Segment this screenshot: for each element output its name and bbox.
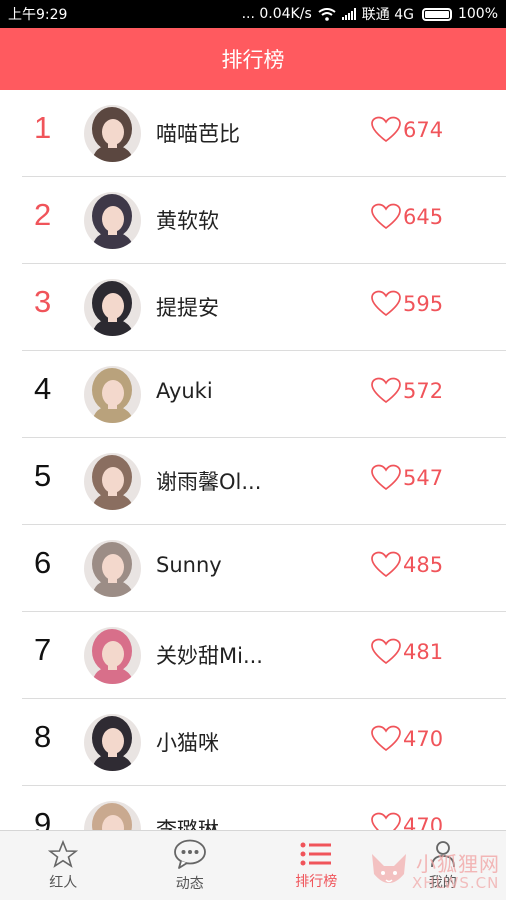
ranking-row[interactable]: 3 提提安 595 [22,264,506,351]
heart-icon [371,725,401,752]
app-header: 排行榜 [0,28,506,90]
rank-number: 8 [34,719,52,754]
ranking-row[interactable]: 2 黄软软 645 [22,177,506,264]
heart-icon [371,116,401,143]
avatar[interactable] [84,192,141,249]
tab-mine[interactable]: 我的 [380,831,506,900]
carrier-label: 联通 4G [361,7,414,23]
user-name[interactable]: 谢雨馨Ol... [156,466,261,496]
tab-label: 动态 [175,876,204,892]
wifi-icon [318,7,336,21]
like-count-value: 470 [403,726,444,751]
like-count[interactable]: 572 [371,377,443,404]
chat-bubble-icon [173,839,206,869]
like-count-value: 470 [403,813,444,831]
like-count-value: 485 [403,552,444,577]
tab-label: 排行榜 [295,874,338,890]
user-name[interactable]: Sunny [156,553,222,577]
tab-label: 红人 [49,875,78,891]
tab-ranking[interactable]: 排行榜 [253,831,380,900]
heart-icon [371,464,401,491]
rank-number: 6 [34,545,52,580]
ranking-row[interactable]: 5 谢雨馨Ol... 547 [22,438,506,525]
ranking-row[interactable]: 1 喵喵芭比 674 [22,90,506,177]
like-count-value: 674 [403,117,444,142]
like-count[interactable]: 470 [371,812,443,830]
like-count[interactable]: 645 [371,203,443,230]
like-count-value: 481 [403,639,444,664]
rank-number: 3 [34,284,52,319]
heart-icon [371,377,401,404]
bottom-tab-bar: 红人 动态 排行榜 我的 [0,830,506,900]
like-count[interactable]: 674 [371,116,443,143]
rank-number: 1 [34,110,52,145]
user-name[interactable]: 小猫咪 [156,727,219,757]
like-count[interactable]: 595 [371,290,443,317]
rank-number: 4 [34,371,52,406]
avatar[interactable] [84,627,141,684]
heart-icon [371,812,401,830]
rank-number: 5 [34,458,52,493]
battery-icon [421,7,452,21]
list-icon [300,842,332,866]
user-name[interactable]: 提提安 [156,292,219,322]
like-count[interactable]: 485 [371,551,443,578]
user-name[interactable]: 关妙甜Mi... [156,640,263,670]
like-count-value: 572 [403,378,444,403]
avatar[interactable] [84,279,141,336]
user-name[interactable]: 李璐琳 [156,814,219,830]
tab-hongren[interactable]: 红人 [0,831,127,900]
tab-label: 我的 [428,875,457,891]
heart-icon [371,290,401,317]
avatar[interactable] [84,540,141,597]
avatar[interactable] [84,453,141,510]
user-name[interactable]: Ayuki [156,379,213,403]
like-count[interactable]: 470 [371,725,443,752]
signal-icon [341,8,356,20]
avatar[interactable] [84,105,141,162]
user-name[interactable]: 黄软软 [156,205,219,235]
page-title: 排行榜 [221,48,285,72]
ranking-row[interactable]: 8 小猫咪 470 [22,699,506,786]
like-count-value: 595 [403,291,444,316]
user-name[interactable]: 喵喵芭比 [156,118,240,148]
like-count[interactable]: 481 [371,638,443,665]
star-icon [48,840,79,868]
rank-number: 2 [34,197,52,232]
avatar[interactable] [84,366,141,423]
like-count-value: 547 [403,465,444,490]
ranking-row[interactable]: 9 李璐琳 470 [22,786,506,830]
rank-number: 9 [34,806,52,830]
person-icon [430,841,455,868]
like-count[interactable]: 547 [371,464,443,491]
tab-dongtai[interactable]: 动态 [127,831,254,900]
heart-icon [371,638,401,665]
ranking-row[interactable]: 4 Ayuki 572 [22,351,506,438]
status-bar: 上午9:29 ... 0.04K/s 联通 4G 100% [0,0,506,28]
heart-icon [371,551,401,578]
ranking-list[interactable]: 1 喵喵芭比 674 2 黄软软 645 3 提提安 595 4 Ayuki 572 5 谢雨馨Ol...… [0,90,506,830]
battery-level: 100% [457,6,498,22]
rank-number: 7 [34,632,52,667]
ranking-row[interactable]: 6 Sunny 485 [22,525,506,612]
like-count-value: 645 [403,204,444,229]
status-time: 上午9:29 [8,7,68,23]
ranking-row[interactable]: 7 关妙甜Mi... 481 [22,612,506,699]
avatar[interactable] [84,714,141,771]
avatar[interactable] [84,801,141,830]
heart-icon [371,203,401,230]
network-speed: ... 0.04K/s [241,6,312,22]
